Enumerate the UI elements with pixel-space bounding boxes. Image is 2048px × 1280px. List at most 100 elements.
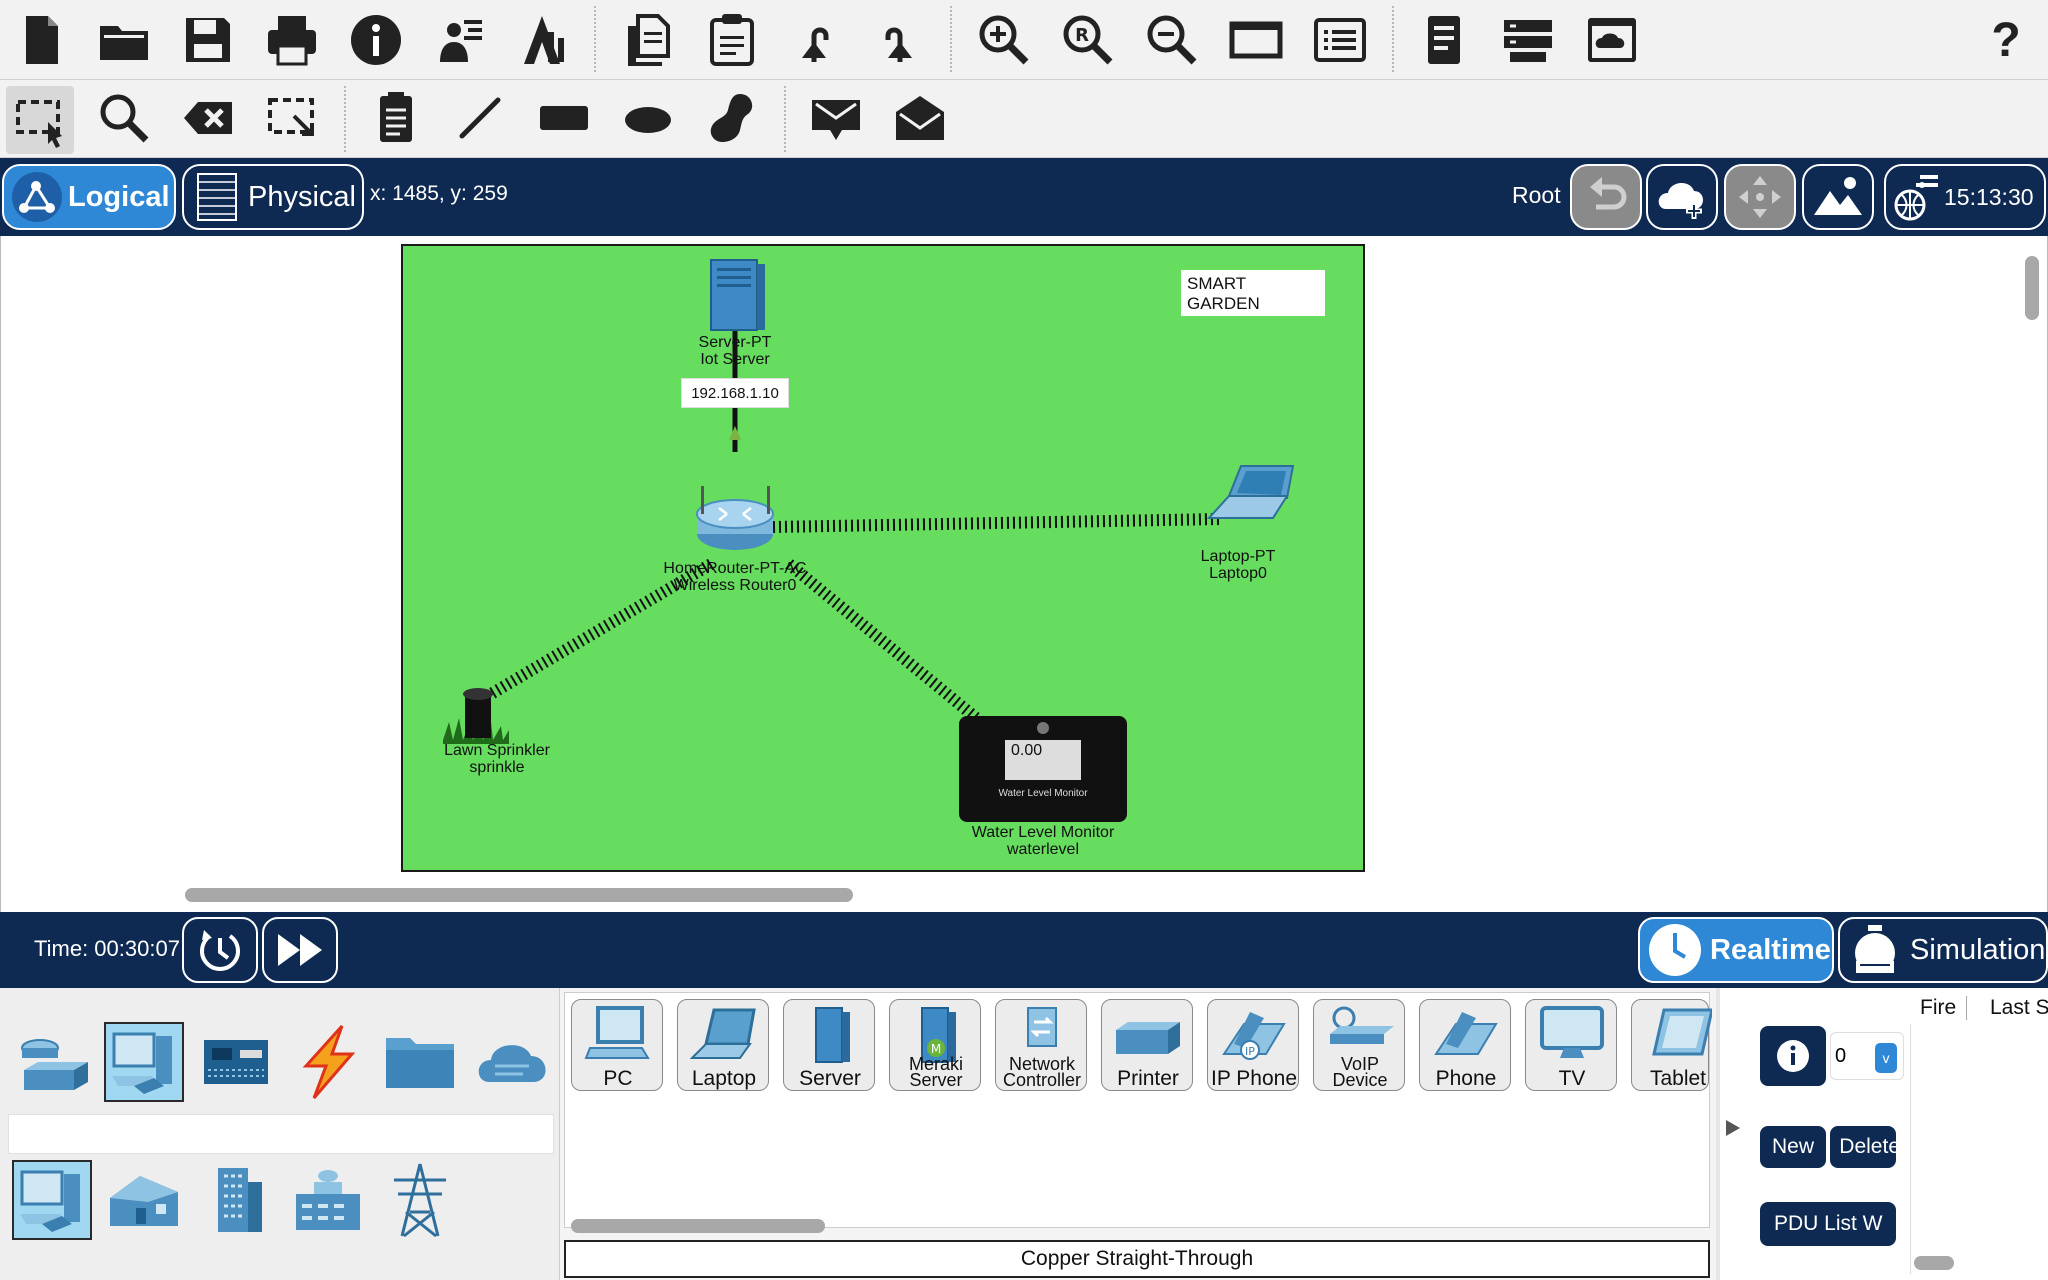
redo-icon[interactable] <box>866 8 930 72</box>
category-components[interactable] <box>196 1022 276 1102</box>
device-list-scrollbar[interactable] <box>571 1219 825 1233</box>
info-icon <box>1777 1040 1809 1072</box>
new-cluster-button[interactable] <box>1646 164 1718 230</box>
category-end-devices[interactable] <box>104 1022 184 1102</box>
selected-device-description: Copper Straight-Through <box>564 1240 1710 1278</box>
physical-label: Physical <box>248 180 356 213</box>
subcategory-end-devices[interactable] <box>12 1160 92 1240</box>
add-complex-pdu-icon[interactable] <box>888 86 952 150</box>
router-type: HomeRouter-PT-AC <box>663 560 807 577</box>
view-list-icon[interactable] <box>1308 8 1372 72</box>
scenario-select[interactable]: 0 v <box>1830 1032 1904 1080</box>
smart-garden-note[interactable]: SMART GARDEN <box>1181 270 1325 316</box>
save-icon[interactable] <box>176 8 240 72</box>
realtime-mode-button[interactable]: Realtime <box>1638 917 1834 983</box>
pdu-table-scrollbar[interactable] <box>1914 1256 1954 1270</box>
sprinkler-label: Lawn Sprinkler sprinkle <box>444 742 550 776</box>
cluster-icon[interactable] <box>1496 8 1560 72</box>
realtime-clock-icon <box>1649 924 1701 976</box>
device-laptop-button[interactable]: Laptop <box>677 999 769 1091</box>
device-network-controller-button[interactable]: Network Controller <box>995 999 1087 1091</box>
device-meraki-server-button[interactable]: M Meraki Server <box>889 999 981 1091</box>
workspace-horizontal-scrollbar[interactable] <box>185 888 853 902</box>
draw-freeform-icon[interactable] <box>700 86 764 150</box>
info-icon[interactable] <box>344 8 408 72</box>
cloud-device-icon[interactable] <box>1580 8 1644 72</box>
move-object-button[interactable] <box>1724 164 1796 230</box>
draw-rectangle-icon[interactable] <box>532 86 596 150</box>
lawn-sprinkler-icon[interactable] <box>443 688 509 744</box>
delete-scenario-button[interactable]: Delete <box>1830 1126 1896 1168</box>
drawing-palette-icon[interactable] <box>1224 8 1288 72</box>
copy-icon[interactable] <box>616 8 680 72</box>
category-network-devices[interactable] <box>12 1022 92 1102</box>
toolbar-separator <box>784 86 786 152</box>
device-tv-button[interactable]: TV <box>1525 999 1617 1091</box>
add-simple-pdu-icon[interactable] <box>804 86 868 150</box>
subcategory-power-grid[interactable] <box>380 1160 460 1240</box>
components-board-icon <box>204 1040 268 1084</box>
expand-arrow-icon[interactable] <box>1724 1118 1742 1138</box>
select-icon[interactable] <box>6 86 74 154</box>
col-last-status[interactable]: Last Sta <box>1990 996 2048 1020</box>
set-background-button[interactable] <box>1802 164 1874 230</box>
logical-workspace[interactable]: Server-PT Iot Server 192.168.1.10 HomeRo… <box>0 236 2048 912</box>
root-label[interactable]: Root <box>1512 182 1561 209</box>
custom-device-icon[interactable] <box>512 8 576 72</box>
server-icon[interactable] <box>710 259 765 331</box>
simulation-time: Time: 00:30:07 <box>34 936 180 961</box>
network-info-icon[interactable] <box>1412 8 1476 72</box>
scenario-select-value: 0 <box>1835 1045 1847 1067</box>
laptop-icon[interactable] <box>1206 465 1295 519</box>
fast-forward-button[interactable] <box>262 917 338 983</box>
place-note-icon[interactable] <box>364 86 428 150</box>
draw-ellipse-icon[interactable] <box>616 86 680 150</box>
device-phone-button[interactable]: Phone <box>1419 999 1511 1091</box>
col-fire[interactable]: Fire <box>1910 996 1968 1020</box>
device-server-button[interactable]: Server <box>783 999 875 1091</box>
help-button[interactable]: ? <box>1974 8 2038 72</box>
category-multiuser[interactable] <box>472 1022 552 1102</box>
simulation-mode-button[interactable]: Simulation <box>1838 917 2048 983</box>
resize-shape-icon[interactable] <box>260 86 324 150</box>
subcategory-industrial[interactable] <box>288 1160 368 1240</box>
subcategory-smart-city[interactable] <box>196 1160 276 1240</box>
paste-icon[interactable] <box>700 8 764 72</box>
secondary-toolbar <box>0 80 2048 158</box>
water-level-monitor-device[interactable]: 0.00 Water Level Monitor <box>959 716 1127 822</box>
wireless-router-icon[interactable] <box>696 486 774 550</box>
smart-garden-area[interactable]: Server-PT Iot Server 192.168.1.10 HomeRo… <box>401 244 1365 872</box>
zoom-in-icon[interactable] <box>972 8 1036 72</box>
sprinkler-type: Lawn Sprinkler <box>444 742 550 759</box>
undo-icon[interactable] <box>784 8 848 72</box>
back-button[interactable] <box>1570 164 1642 230</box>
device-pc-button[interactable]: PC <box>571 999 663 1091</box>
open-folder-icon[interactable] <box>92 8 156 72</box>
printer-label: Printer <box>1117 1067 1179 1090</box>
print-icon[interactable] <box>260 8 324 72</box>
subcategory-home[interactable] <box>104 1160 184 1240</box>
category-misc[interactable] <box>380 1022 460 1102</box>
device-tablet-button[interactable]: Tablet <box>1631 999 1712 1091</box>
power-cycle-button[interactable] <box>182 917 258 983</box>
logical-view-button[interactable]: Logical <box>2 164 176 230</box>
inspect-icon[interactable] <box>92 86 156 150</box>
pdu-list-window-button[interactable]: PDU List W <box>1760 1202 1896 1246</box>
fast-forward-icon <box>278 934 322 966</box>
new-scenario-button[interactable]: New <box>1760 1126 1826 1168</box>
zoom-reset-icon[interactable]: R <box>1056 8 1120 72</box>
activity-wizard-icon[interactable] <box>428 8 492 72</box>
delete-icon[interactable] <box>176 86 240 150</box>
device-printer-button[interactable]: Printer <box>1101 999 1193 1091</box>
new-file-icon[interactable] <box>10 8 74 72</box>
device-ip-phone-button[interactable]: IP IP Phone <box>1207 999 1299 1091</box>
physical-view-button[interactable]: Physical <box>182 164 364 230</box>
scenario-info-button[interactable] <box>1760 1026 1826 1086</box>
workspace-vertical-scrollbar[interactable] <box>2025 256 2039 320</box>
draw-line-icon[interactable] <box>448 86 512 150</box>
category-connections[interactable] <box>288 1022 368 1102</box>
device-voip-button[interactable]: VoIP Device <box>1313 999 1405 1091</box>
zoom-out-icon[interactable] <box>1140 8 1204 72</box>
viewport-clock-button[interactable]: 15:13:30 <box>1884 164 2046 230</box>
tv-label: TV <box>1558 1067 1586 1090</box>
